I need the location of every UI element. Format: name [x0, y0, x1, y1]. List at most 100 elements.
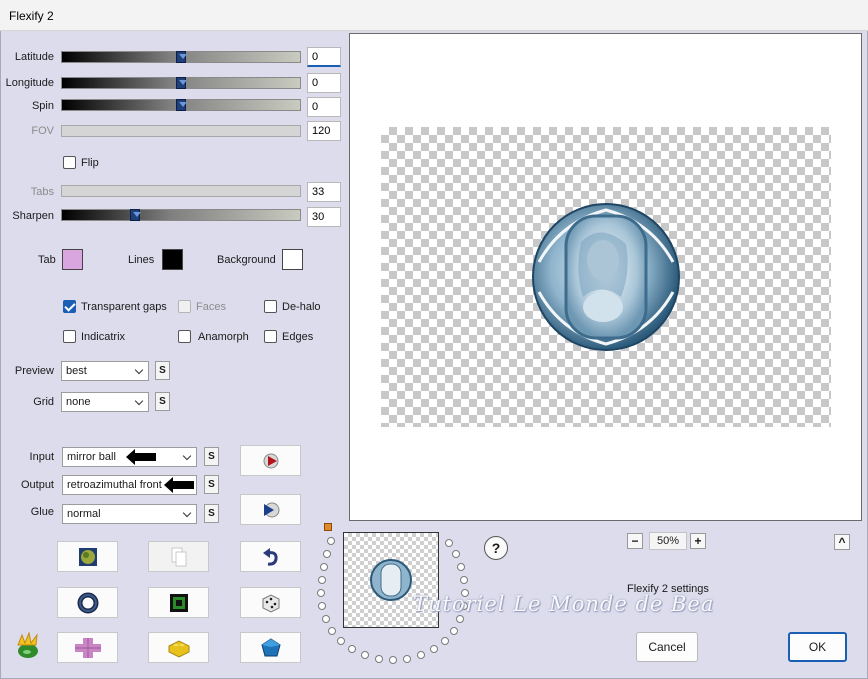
grid-s-button[interactable]: S	[155, 392, 170, 411]
lego-brick-icon	[168, 639, 189, 658]
preset-dot[interactable]	[322, 615, 330, 623]
preset-dot[interactable]	[452, 550, 460, 558]
flip-label: Flip	[81, 157, 99, 169]
cancel-button[interactable]: Cancel	[636, 632, 698, 662]
de-halo-checkbox[interactable]	[264, 300, 277, 313]
preview-quality-select[interactable]: best	[61, 361, 149, 381]
chevron-down-icon	[182, 451, 192, 461]
input-projection-select[interactable]: mirror ball	[62, 447, 197, 467]
input-s-button[interactable]: S	[204, 447, 219, 466]
sharpen-slider[interactable]	[61, 209, 301, 221]
skip-next-button[interactable]	[240, 494, 301, 525]
preset-dot[interactable]	[389, 656, 397, 664]
longitude-slider[interactable]	[61, 77, 301, 89]
longitude-slider-thumb[interactable]	[176, 77, 187, 89]
preset-dot[interactable]	[318, 602, 326, 610]
longitude-label: Longitude	[5, 77, 54, 89]
help-button[interactable]: ?	[484, 536, 508, 560]
preset-dot[interactable]	[337, 637, 345, 645]
output-projection-select[interactable]: retroazimuthal front	[62, 475, 197, 495]
settings-ring-handle[interactable]	[324, 523, 332, 531]
anamorph-label: Anamorph	[198, 331, 249, 343]
preset-dot[interactable]	[460, 576, 468, 584]
preview-s-button[interactable]: S	[155, 361, 170, 380]
chevron-down-icon	[134, 396, 144, 406]
output-projection-value: retroazimuthal front	[67, 479, 162, 491]
play-icon	[263, 453, 278, 468]
ring-button[interactable]	[57, 587, 118, 618]
edges-label: Edges	[282, 331, 314, 343]
zoom-out-button[interactable]: −	[627, 533, 643, 549]
title-bar: Flexify 2	[0, 0, 868, 31]
preset-dot[interactable]	[441, 637, 449, 645]
background-color-swatch[interactable]	[282, 249, 303, 270]
input-select-label: Input	[29, 451, 54, 463]
indicatrix-checkbox[interactable]	[63, 330, 76, 343]
preview-panel[interactable]	[349, 33, 862, 521]
glue-select[interactable]: normal	[62, 504, 197, 524]
preset-dot[interactable]	[450, 627, 458, 635]
output-s-button[interactable]: S	[204, 475, 219, 494]
preset-dot[interactable]	[430, 645, 438, 653]
flaming-pear-logo-icon	[17, 631, 38, 658]
preset-dot[interactable]	[327, 537, 335, 545]
fov-input[interactable]	[307, 121, 341, 141]
sharpen-slider-thumb[interactable]	[130, 209, 141, 221]
preset-dot[interactable]	[456, 615, 464, 623]
gem-button[interactable]	[240, 632, 301, 663]
tabs-input[interactable]	[307, 182, 341, 202]
lines-color-label: Lines	[128, 254, 155, 266]
transparent-gaps-label: Transparent gaps	[81, 301, 167, 313]
latitude-input[interactable]	[307, 47, 341, 67]
spin-input[interactable]	[307, 97, 341, 117]
background-color-label: Background	[217, 254, 276, 266]
tab-color-swatch[interactable]	[62, 249, 83, 270]
spin-slider-thumb[interactable]	[176, 99, 187, 111]
tile-cross-button[interactable]	[57, 632, 118, 663]
preset-dot[interactable]	[348, 645, 356, 653]
preset-dot[interactable]	[457, 563, 465, 571]
dice-button[interactable]	[240, 587, 301, 618]
preset-dot[interactable]	[403, 655, 411, 663]
preset-dot[interactable]	[318, 576, 326, 584]
preset-dot[interactable]	[320, 563, 328, 571]
undo-button[interactable]	[240, 541, 301, 572]
longitude-input[interactable]	[307, 73, 341, 93]
copy-button[interactable]	[148, 541, 209, 572]
preset-dot[interactable]	[375, 655, 383, 663]
zoom-in-button[interactable]: +	[690, 533, 706, 549]
ok-button[interactable]: OK	[788, 632, 847, 662]
scroll-up-button[interactable]: ^	[834, 534, 850, 550]
faces-label: Faces	[196, 301, 226, 313]
spin-slider[interactable]	[61, 99, 301, 111]
chevron-down-icon	[182, 508, 192, 518]
sharpen-input[interactable]	[307, 207, 341, 227]
glue-s-button[interactable]: S	[204, 504, 219, 523]
lines-color-swatch[interactable]	[162, 249, 183, 270]
preset-dot[interactable]	[328, 627, 336, 635]
latitude-slider-thumb[interactable]	[176, 51, 187, 63]
preset-dot[interactable]	[317, 589, 325, 597]
play-button[interactable]	[240, 445, 301, 476]
flaming-pear-logo[interactable]	[13, 631, 47, 661]
undo-icon	[262, 547, 278, 566]
preset-dot[interactable]	[417, 651, 425, 659]
randomize-button[interactable]	[57, 541, 118, 572]
transparent-gaps-checkbox[interactable]	[63, 300, 76, 313]
latitude-slider[interactable]	[61, 51, 301, 63]
flip-checkbox[interactable]	[63, 156, 76, 169]
lego-brick-button[interactable]	[148, 632, 209, 663]
edges-checkbox[interactable]	[264, 330, 277, 343]
grid-select[interactable]: none	[61, 392, 149, 412]
zoom-level: 50%	[649, 532, 687, 550]
input-projection-value: mirror ball	[67, 451, 116, 463]
preset-dot[interactable]	[445, 539, 453, 547]
anamorph-checkbox[interactable]	[178, 330, 191, 343]
preset-dot[interactable]	[323, 550, 331, 558]
square-frame-button[interactable]	[148, 587, 209, 618]
green-square-icon	[169, 593, 188, 612]
faces-checkbox	[178, 300, 191, 313]
preset-dot[interactable]	[361, 651, 369, 659]
tabs-label: Tabs	[30, 186, 54, 198]
randomize-planet-icon	[78, 547, 97, 566]
